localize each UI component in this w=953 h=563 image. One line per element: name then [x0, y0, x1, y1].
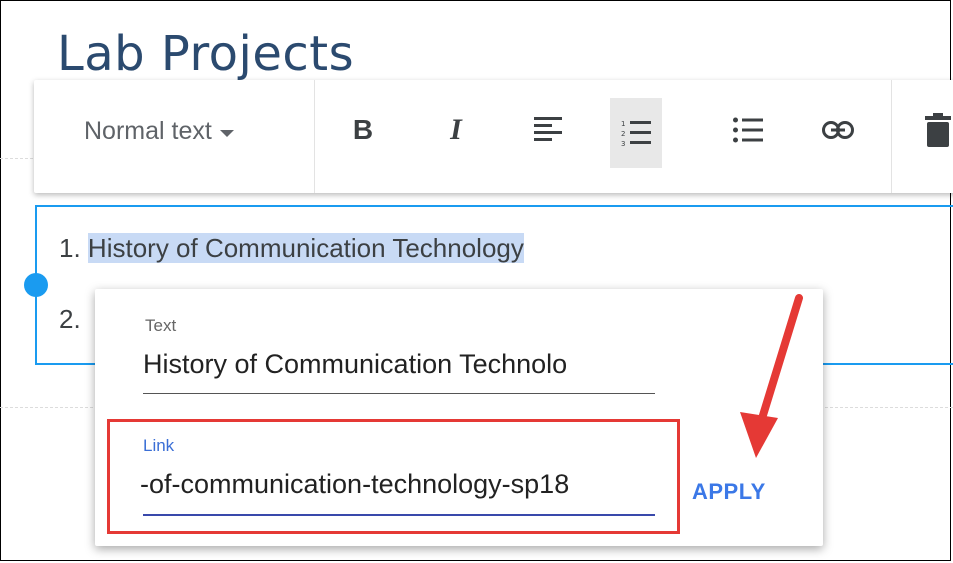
- align-left-icon: [534, 117, 562, 141]
- formatting-toolbar: Normal text B I 1 2 3: [34, 80, 953, 193]
- text-style-dropdown[interactable]: Normal text: [84, 117, 234, 146]
- link-field[interactable]: -of-communication-technology-sp18: [140, 469, 656, 500]
- annotation-arrow-icon: [740, 294, 803, 458]
- italic-icon: I: [450, 113, 462, 146]
- list-item-number: 1.: [59, 233, 81, 263]
- align-left-button[interactable]: [524, 106, 572, 154]
- list-item[interactable]: 1. History of Communication Technology: [59, 233, 524, 264]
- svg-text:1: 1: [621, 120, 625, 128]
- italic-button[interactable]: I: [432, 106, 480, 154]
- text-field[interactable]: History of Communication Technolo: [143, 349, 655, 380]
- selection-handle[interactable]: [24, 273, 48, 297]
- numbered-list-icon: 1 2 3: [621, 120, 651, 147]
- link-button[interactable]: [814, 106, 862, 154]
- apply-button[interactable]: APPLY: [692, 479, 766, 505]
- list-item[interactable]: 2.: [59, 304, 81, 335]
- link-icon: [822, 121, 854, 139]
- text-style-label: Normal text: [84, 117, 212, 145]
- bold-icon: B: [352, 114, 374, 145]
- page-title: Lab Projects: [57, 26, 355, 82]
- toolbar-separator: [891, 80, 892, 193]
- trash-icon: [925, 113, 951, 147]
- toolbar-separator: [314, 80, 315, 193]
- text-field-label: Text: [145, 316, 177, 335]
- chevron-down-icon: [219, 130, 234, 137]
- svg-text:3: 3: [621, 140, 625, 147]
- link-field-underline: [143, 514, 655, 516]
- bold-button[interactable]: B: [339, 106, 387, 154]
- svg-text:2: 2: [621, 130, 625, 138]
- bulleted-list-button[interactable]: [724, 106, 772, 154]
- selected-text[interactable]: History of Communication Technology: [87, 233, 524, 263]
- list-item-number: 2.: [59, 304, 81, 334]
- delete-button[interactable]: [914, 106, 953, 154]
- numbered-list-button[interactable]: 1 2 3: [610, 98, 662, 168]
- bulleted-list-icon: [733, 117, 763, 143]
- link-field-label: Link: [143, 436, 175, 455]
- text-field-underline: [143, 393, 655, 394]
